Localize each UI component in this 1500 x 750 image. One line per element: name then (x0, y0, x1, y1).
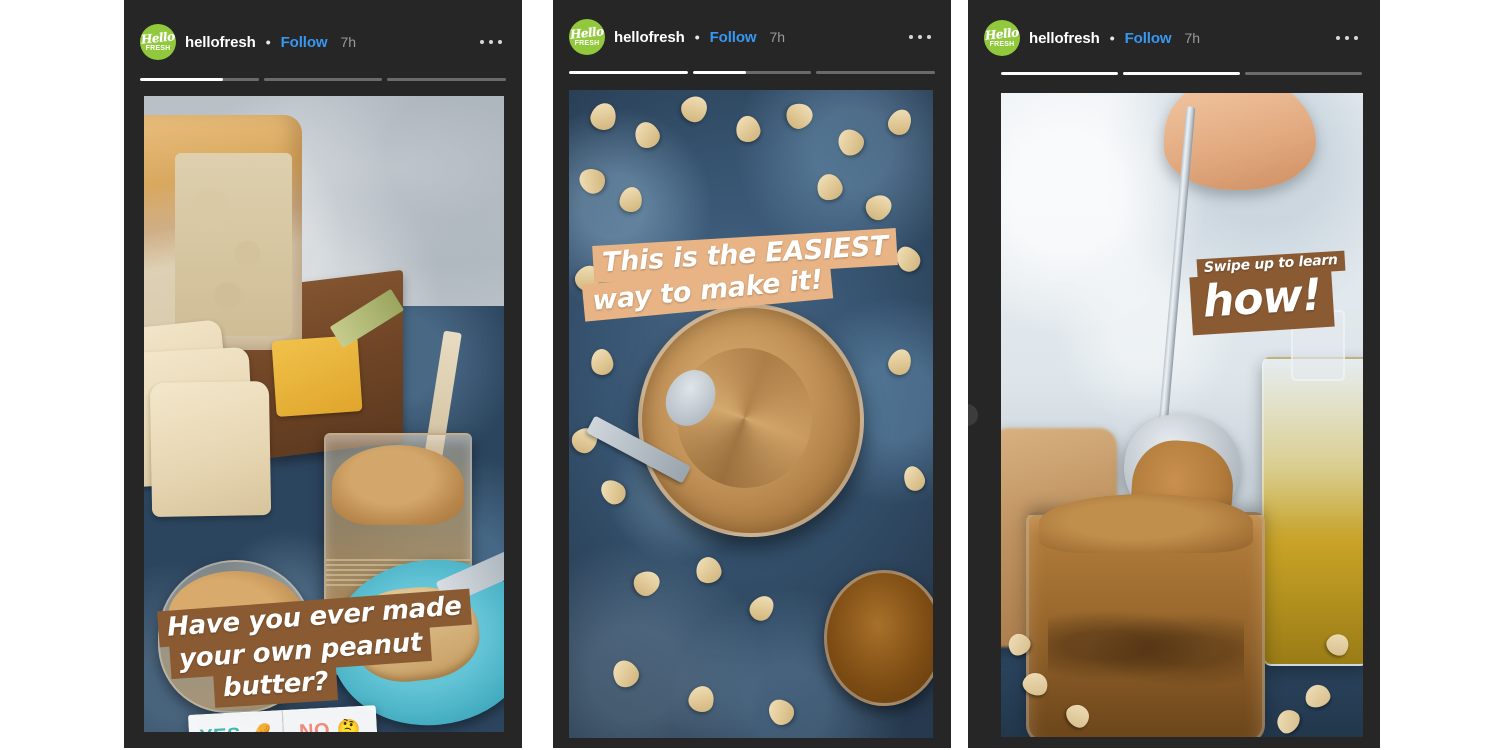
follow-button[interactable]: Follow (710, 29, 757, 46)
story-header-2: Hello FRESH hellofresh • Follow 7h (569, 19, 785, 55)
story-progress-1 (140, 78, 507, 81)
avatar-logo-fresh: FRESH (989, 41, 1015, 48)
separator-dot: • (1109, 30, 1115, 46)
progress-segment[interactable] (692, 71, 812, 74)
story-progress-2 (569, 71, 936, 74)
poll-option-no[interactable]: NO 🤔 (281, 705, 379, 732)
story-1-text-overlay: Have you ever made your own peanut butte… (148, 588, 472, 709)
stories-gallery: Have you ever made your own peanut butte… (0, 0, 1500, 750)
story-progress-3 (1001, 72, 1362, 75)
separator-dot: • (694, 29, 700, 45)
peanut-emoji-icon: 🥜 (247, 723, 272, 732)
story-image-spoon-and-jar (1001, 93, 1363, 737)
story-media-1[interactable]: Have you ever made your own peanut butte… (144, 96, 504, 732)
poll-yes-label: YES (199, 724, 242, 732)
overlay-line-3: butter? (212, 664, 339, 709)
previous-story-arrow-icon[interactable] (968, 404, 978, 426)
account-username[interactable]: hellofresh (1029, 30, 1100, 47)
story-image-peanut-butter-bowl (569, 90, 933, 738)
avatar-logo-fresh: FRESH (145, 45, 171, 52)
follow-button[interactable]: Follow (281, 34, 328, 51)
progress-segment[interactable] (140, 78, 259, 81)
avatar-logo-hello: Hello (569, 24, 605, 42)
account-username[interactable]: hellofresh (185, 34, 256, 51)
story-card-3[interactable]: Swipe up to learn how! See More Hello FR… (968, 0, 1380, 748)
progress-segment[interactable] (569, 71, 688, 74)
story-timestamp: 7h (340, 34, 357, 50)
story-media-2[interactable]: This is the EASIEST way to make it! See … (569, 90, 933, 738)
overlay-line-2: how! (1189, 268, 1335, 336)
story-2-text-overlay: This is the EASIEST way to make it! (579, 228, 899, 322)
follow-button[interactable]: Follow (1125, 30, 1172, 47)
progress-segment[interactable] (387, 78, 507, 81)
more-options-icon[interactable] (480, 40, 502, 44)
avatar-logo-hello: Hello (140, 29, 176, 47)
progress-segment[interactable] (1245, 72, 1362, 75)
progress-segment[interactable] (1001, 72, 1118, 75)
story-card-1[interactable]: Have you ever made your own peanut butte… (124, 0, 522, 748)
more-options-icon[interactable] (909, 35, 931, 39)
avatar[interactable]: Hello FRESH (140, 24, 176, 60)
poll-no-label: NO (298, 719, 331, 732)
more-options-icon[interactable] (1336, 36, 1358, 40)
poll-option-yes[interactable]: YES 🥜 (187, 710, 284, 732)
avatar[interactable]: Hello FRESH (984, 20, 1020, 56)
progress-segment[interactable] (1123, 72, 1240, 75)
progress-segment[interactable] (263, 78, 383, 81)
separator-dot: • (265, 34, 271, 50)
story-header-3: Hello FRESH hellofresh • Follow 7h (984, 20, 1200, 56)
avatar-logo-hello: Hello (984, 25, 1020, 43)
thinking-face-emoji-icon: 🤔 (336, 718, 362, 732)
story-3-text-overlay: Swipe up to learn how! (1189, 250, 1346, 336)
progress-segment[interactable] (816, 71, 936, 74)
story-timestamp: 7h (1184, 30, 1201, 46)
story-media-3[interactable]: Swipe up to learn how! See More (1001, 93, 1363, 737)
story-header-1: Hello FRESH hellofresh • Follow 7h (140, 24, 356, 60)
story-card-2[interactable]: This is the EASIEST way to make it! See … (553, 0, 951, 748)
avatar-logo-fresh: FRESH (574, 40, 600, 47)
avatar[interactable]: Hello FRESH (569, 19, 605, 55)
account-username[interactable]: hellofresh (614, 29, 685, 46)
story-timestamp: 7h (769, 29, 786, 45)
